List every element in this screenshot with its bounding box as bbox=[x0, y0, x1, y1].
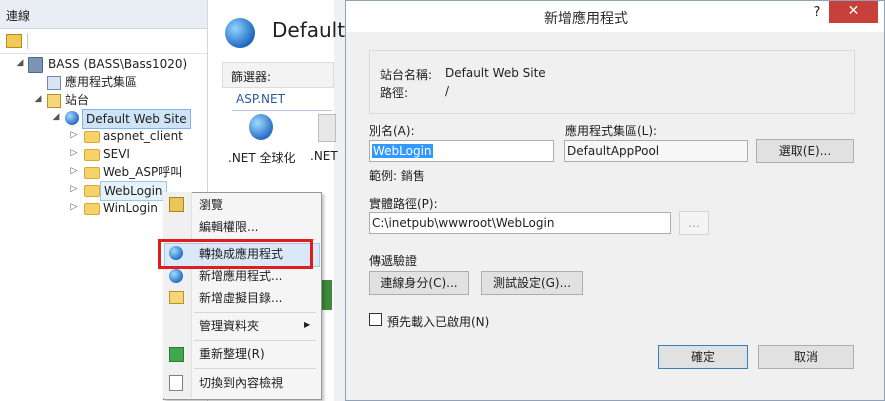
preload-label: 預先載入已啟用(N) bbox=[387, 315, 490, 329]
menu-separator bbox=[194, 312, 316, 313]
pass-through-label: 傳遞驗證 bbox=[369, 254, 418, 268]
tree-item-sites[interactable]: 站台 bbox=[62, 91, 92, 109]
alias-input[interactable]: WebLogin bbox=[369, 140, 554, 162]
preload-checkbox[interactable] bbox=[369, 313, 382, 326]
globalization-icon[interactable] bbox=[249, 114, 273, 140]
feature-net-item[interactable]: .NET bbox=[310, 149, 338, 163]
virtual-dir-icon bbox=[169, 291, 184, 304]
menu-item-add-virtual-dir[interactable]: 新增虛擬目錄... bbox=[199, 289, 282, 307]
globe-icon bbox=[65, 111, 79, 125]
feature-globalization[interactable]: .NET 全球化 bbox=[228, 149, 296, 166]
tree-item-aspnet-client[interactable]: aspnet_client bbox=[100, 127, 186, 145]
menu-item-manage-folder[interactable]: 管理資料夾 bbox=[199, 317, 259, 335]
highlight-annotation-box bbox=[158, 239, 313, 269]
features-title: Default bbox=[272, 18, 346, 42]
tree-item-sevi[interactable]: SEVI bbox=[100, 145, 133, 163]
tree-item-winlogin[interactable]: WinLogin bbox=[100, 199, 161, 217]
close-button[interactable]: ✕ bbox=[829, 1, 878, 23]
filter-bar[interactable]: 篩選器: bbox=[222, 62, 334, 88]
expand-toggle-aspnet-client[interactable]: ▷ bbox=[69, 130, 79, 140]
folder-icon bbox=[84, 149, 100, 161]
collapse-toggle-server[interactable]: ◢ bbox=[15, 58, 25, 68]
folder-icon bbox=[84, 185, 100, 197]
alias-value: WebLogin bbox=[372, 144, 433, 158]
connections-toolbar bbox=[0, 29, 207, 54]
menu-item-content-view[interactable]: 切換到內容檢視 bbox=[199, 374, 283, 392]
refresh-icon bbox=[169, 347, 184, 362]
menu-item-edit-permissions[interactable]: 編輯權限... bbox=[199, 218, 258, 236]
help-button[interactable]: ? bbox=[805, 5, 829, 25]
folder-icon bbox=[84, 167, 100, 179]
app-pool-field: DefaultAppPool bbox=[564, 140, 748, 162]
folder-icon bbox=[84, 203, 100, 215]
expand-toggle-sevi[interactable]: ▷ bbox=[69, 148, 79, 158]
menu-separator bbox=[194, 340, 316, 341]
server-icon bbox=[28, 57, 43, 73]
cancel-button[interactable]: 取消 bbox=[758, 345, 854, 369]
tree-item-server[interactable]: BASS (BASS\Bass1020) bbox=[45, 55, 190, 73]
site-globe-icon bbox=[225, 18, 255, 48]
test-settings-button[interactable]: 測試設定(G)... bbox=[481, 271, 583, 295]
expand-toggle-web-asp[interactable]: ▷ bbox=[69, 166, 79, 176]
submenu-arrow-icon: ▶ bbox=[304, 320, 311, 329]
connections-header: 連線 bbox=[0, 0, 207, 29]
tree-item-default-site[interactable]: Default Web Site bbox=[82, 109, 191, 129]
sites-icon bbox=[47, 94, 61, 108]
dialog-title: 新增應用程式 bbox=[544, 11, 628, 27]
path-value: / bbox=[445, 84, 450, 98]
group-divider bbox=[232, 110, 332, 111]
collapse-toggle-sites[interactable]: ◢ bbox=[33, 94, 43, 104]
toolbar-divider bbox=[27, 33, 28, 49]
collapse-toggle-default-site[interactable]: ◢ bbox=[51, 112, 61, 122]
menu-separator bbox=[194, 368, 316, 369]
site-name-value: Default Web Site bbox=[445, 66, 546, 80]
physical-path-input[interactable]: C:\inetpub\wwwroot\WebLogin bbox=[369, 212, 671, 234]
browse-icon bbox=[169, 197, 184, 212]
feature-icon[interactable] bbox=[318, 114, 336, 142]
example-text: 範例: 銷售 bbox=[369, 169, 425, 183]
browse-path-button[interactable]: ... bbox=[679, 211, 709, 235]
panel-divider bbox=[334, 0, 345, 401]
add-app-icon bbox=[169, 269, 183, 283]
site-info-group bbox=[369, 50, 855, 114]
menu-item-browse[interactable]: 瀏覽 bbox=[199, 196, 223, 214]
content-view-icon bbox=[169, 375, 183, 391]
app-pool-label: 應用程式集區(L): bbox=[565, 124, 658, 138]
tree-item-app-pools[interactable]: 應用程式集區 bbox=[62, 73, 140, 91]
ok-button[interactable]: 確定 bbox=[658, 345, 748, 369]
filter-label: 篩選器: bbox=[231, 70, 272, 84]
site-name-label: 站台名稱: bbox=[380, 68, 433, 82]
tree-item-web-asp[interactable]: Web_ASP呼叫 bbox=[100, 163, 185, 181]
menu-item-add-application[interactable]: 新增應用程式... bbox=[199, 267, 282, 285]
alias-label: 別名(A): bbox=[369, 124, 415, 138]
connections-title: 連線 bbox=[6, 9, 31, 23]
folder-icon bbox=[84, 131, 100, 143]
path-label: 路徑: bbox=[380, 86, 409, 100]
menu-item-refresh[interactable]: 重新整理(R) bbox=[199, 345, 265, 363]
tree-item-weblogin[interactable]: WebLogin bbox=[100, 181, 167, 201]
expand-toggle-winlogin[interactable]: ▷ bbox=[69, 202, 79, 212]
expand-toggle-weblogin[interactable]: ▷ bbox=[69, 184, 79, 194]
group-header-aspnet: ASP.NET bbox=[236, 92, 285, 106]
physical-path-label: 實體路徑(P): bbox=[369, 197, 438, 211]
app-pools-icon bbox=[47, 76, 61, 90]
connect-as-button[interactable]: 連線身分(C)... bbox=[369, 271, 469, 295]
connect-icon[interactable] bbox=[6, 34, 22, 48]
select-app-pool-button[interactable]: 選取(E)... bbox=[756, 139, 854, 163]
